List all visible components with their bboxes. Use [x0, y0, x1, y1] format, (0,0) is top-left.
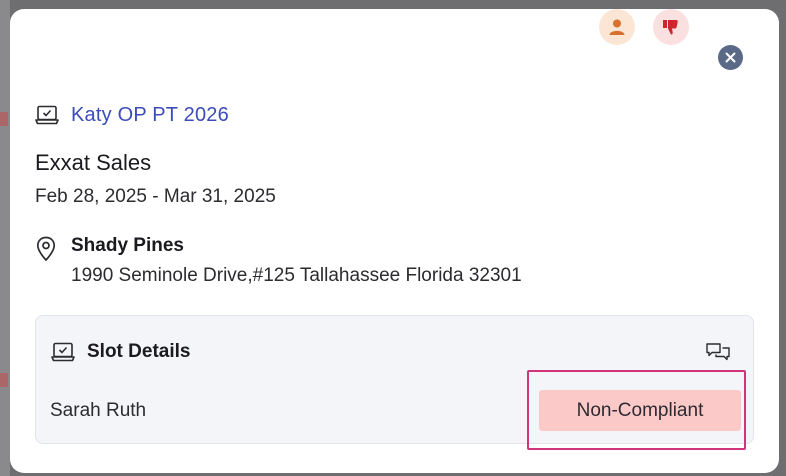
- laptop-check-icon: [51, 342, 75, 362]
- location-address: 1990 Seminole Drive,#125 Tallahassee Flo…: [71, 265, 522, 286]
- backdrop-mark: [0, 112, 8, 126]
- slot-details-header: Slot Details: [51, 341, 190, 363]
- student-name: Sarah Ruth: [50, 400, 147, 421]
- program-row: Katy OP PT 2026: [35, 102, 229, 128]
- backdrop-mark: [0, 373, 8, 387]
- slot-detail-modal: Katy OP PT 2026 Exxat Sales Feb 28, 2025…: [10, 9, 779, 473]
- thumbs-down-icon: [663, 20, 678, 35]
- laptop-check-icon: [35, 105, 59, 125]
- chat-bubbles-icon[interactable]: [705, 342, 731, 362]
- location-pin-icon: [36, 236, 56, 262]
- organization-name: Exxat Sales: [35, 150, 152, 175]
- backdrop: [0, 0, 10, 476]
- program-title-link[interactable]: Katy OP PT 2026: [71, 104, 229, 127]
- user-icon: [609, 19, 625, 35]
- location-name: Shady Pines: [71, 235, 184, 256]
- slot-details-title: Slot Details: [87, 341, 191, 362]
- status-badge[interactable]: Non-Compliant: [539, 390, 741, 431]
- close-icon: [725, 52, 736, 63]
- date-range: Feb 28, 2025 - Mar 31, 2025: [35, 186, 276, 207]
- user-button[interactable]: [599, 9, 635, 45]
- close-button[interactable]: [718, 45, 743, 70]
- thumbs-down-button[interactable]: [653, 9, 689, 45]
